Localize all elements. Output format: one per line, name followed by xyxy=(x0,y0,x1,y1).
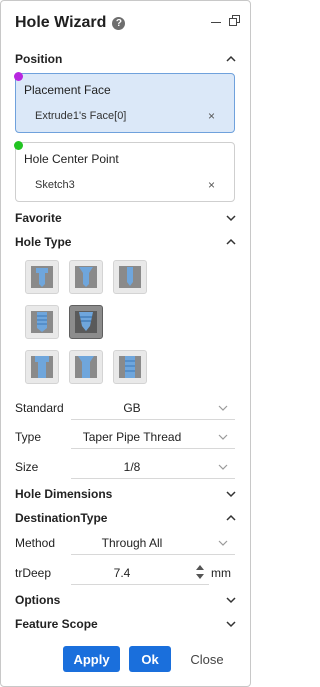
hole-center-point-selector[interactable]: Hole Center Point Sketch3 × xyxy=(14,141,235,202)
countersink-hole-icon[interactable] xyxy=(69,260,103,294)
title-bar: Hole Wizard ? xyxy=(1,1,250,45)
threaded-hole-icon[interactable] xyxy=(25,305,59,339)
chevron-down-icon[interactable] xyxy=(217,461,229,476)
section-options[interactable]: Options xyxy=(15,591,237,609)
apply-button[interactable]: Apply xyxy=(63,646,120,672)
section-options-label: Options xyxy=(15,593,61,607)
simple-hole-icon[interactable] xyxy=(113,260,147,294)
counterbore-through-hole-icon[interactable] xyxy=(25,350,59,384)
hole-center-marker xyxy=(14,141,23,150)
minimize-icon[interactable] xyxy=(211,16,221,26)
hole-center-label: Hole Center Point xyxy=(24,152,119,166)
panel-title: Hole Wizard xyxy=(15,14,107,31)
section-destination-type[interactable]: DestinationType xyxy=(15,509,237,527)
placement-face-value: Extrude1's Face[0] xyxy=(35,110,127,122)
ok-button[interactable]: Ok xyxy=(129,646,171,672)
chevron-up-icon[interactable] xyxy=(225,53,237,65)
size-row[interactable]: Size 1/8 xyxy=(15,457,235,479)
countersink-through-hole-icon[interactable] xyxy=(69,350,103,384)
section-feature-scope[interactable]: Feature Scope xyxy=(15,615,237,633)
placement-face-selector[interactable]: Placement Face Extrude1's Face[0] × xyxy=(14,72,235,133)
method-row[interactable]: Method Through All xyxy=(15,533,235,555)
taper-pipe-thread-hole-icon[interactable] xyxy=(69,305,103,339)
section-position[interactable]: Position xyxy=(15,50,237,68)
placement-face-marker xyxy=(14,72,23,81)
tapped-hole-icon[interactable] xyxy=(113,350,147,384)
hole-center-clear-icon[interactable]: × xyxy=(208,178,215,192)
standard-row[interactable]: Standard GB xyxy=(15,398,235,420)
trdeep-label: trDeep xyxy=(15,566,52,580)
size-select[interactable]: 1/8 xyxy=(57,460,207,474)
trdeep-input[interactable]: 7.4 xyxy=(97,566,147,580)
section-hole-type-label: Hole Type xyxy=(15,235,72,249)
counterbore-hole-icon[interactable] xyxy=(25,260,59,294)
chevron-down-icon[interactable] xyxy=(225,618,237,630)
section-feature-scope-label: Feature Scope xyxy=(15,617,98,631)
chevron-down-icon[interactable] xyxy=(217,431,229,446)
chevron-down-icon[interactable] xyxy=(225,212,237,224)
spinner-icon[interactable] xyxy=(195,563,205,581)
hole-center-value: Sketch3 xyxy=(35,179,75,191)
section-hole-dimensions[interactable]: Hole Dimensions xyxy=(15,485,237,503)
placement-face-clear-icon[interactable]: × xyxy=(208,109,215,123)
type-select[interactable]: Taper Pipe Thread xyxy=(57,430,207,444)
close-button[interactable]: Close xyxy=(185,646,229,672)
section-hole-type[interactable]: Hole Type xyxy=(15,233,237,251)
type-row[interactable]: Type Taper Pipe Thread xyxy=(15,427,235,449)
method-select[interactable]: Through All xyxy=(57,536,207,550)
chevron-up-icon[interactable] xyxy=(225,236,237,248)
section-position-label: Position xyxy=(15,52,63,66)
chevron-up-icon[interactable] xyxy=(225,512,237,524)
trdeep-row: trDeep 7.4 mm xyxy=(15,563,235,585)
restore-icon[interactable] xyxy=(229,15,240,26)
chevron-down-icon[interactable] xyxy=(225,594,237,606)
section-favorite-label: Favorite xyxy=(15,211,62,225)
section-favorite[interactable]: Favorite xyxy=(15,209,237,227)
chevron-down-icon[interactable] xyxy=(217,402,229,417)
chevron-down-icon[interactable] xyxy=(225,488,237,500)
hole-wizard-panel: Hole Wizard ? Position Placement Face Ex… xyxy=(0,0,251,687)
help-icon[interactable]: ? xyxy=(112,16,126,30)
section-destination-type-label: DestinationType xyxy=(15,511,108,525)
placement-face-label: Placement Face xyxy=(24,83,111,97)
trdeep-unit: mm xyxy=(211,566,231,580)
chevron-down-icon[interactable] xyxy=(217,537,229,552)
standard-select[interactable]: GB xyxy=(57,401,207,415)
section-hole-dimensions-label: Hole Dimensions xyxy=(15,487,113,501)
